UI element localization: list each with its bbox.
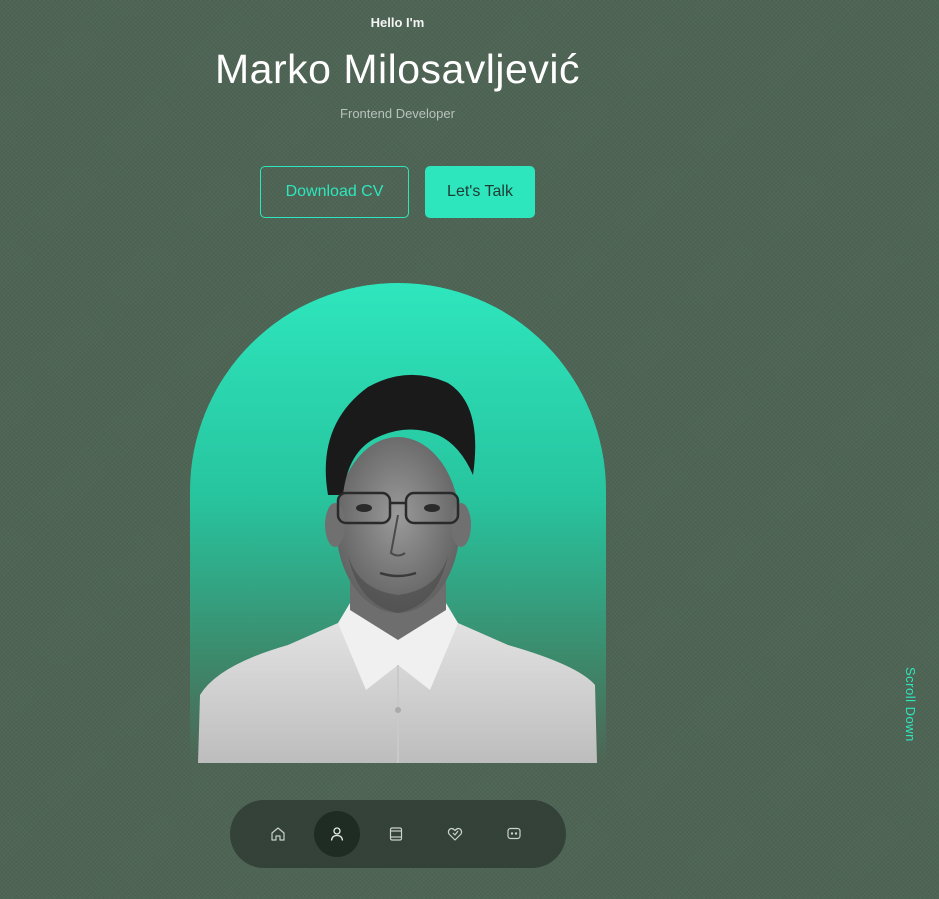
greeting-text: Hello I'm [370,15,425,30]
user-icon [330,827,344,841]
home-icon [271,827,285,841]
download-cv-button[interactable]: Download CV [260,166,409,218]
person-name-heading: Marko Milosavljević [215,46,580,92]
nav-home[interactable] [255,811,301,857]
lets-talk-button[interactable]: Let's Talk [425,166,535,218]
services-icon [447,827,463,841]
scroll-down-link[interactable]: Scroll Down [903,667,918,742]
nav-experience[interactable] [373,811,419,857]
nav-contact[interactable] [491,811,537,857]
job-title: Frontend Developer [340,106,455,121]
nav-services[interactable] [432,811,478,857]
bottom-navigation [230,800,566,868]
nav-about[interactable] [314,811,360,857]
book-icon [389,827,403,841]
profile-photo [198,365,597,763]
message-icon [507,827,521,840]
